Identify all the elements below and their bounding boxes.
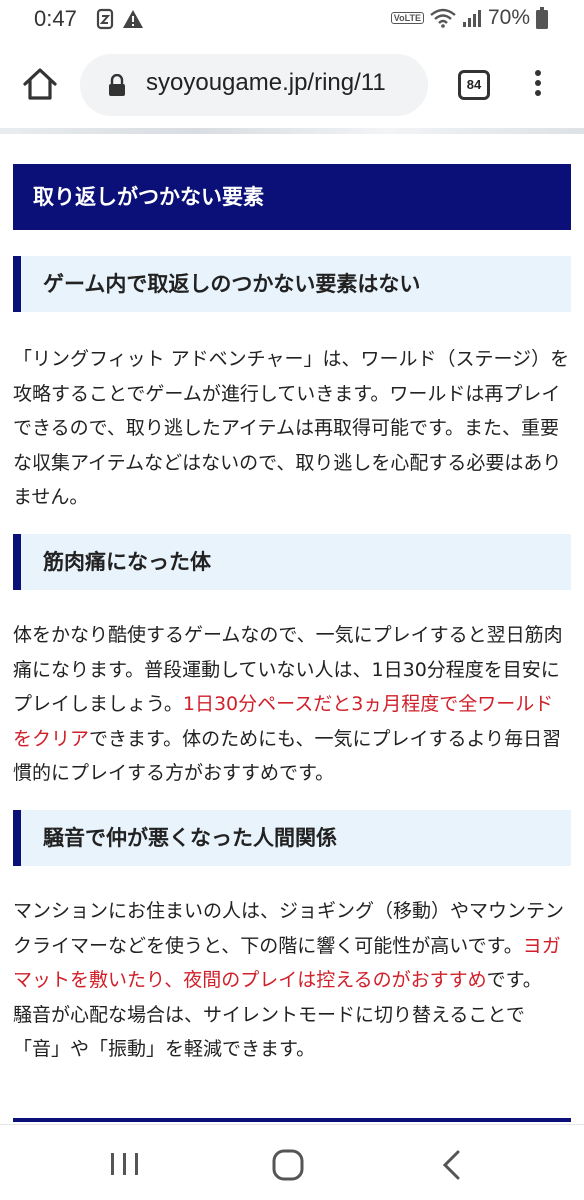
battery-icon [536, 7, 548, 29]
subsection-heading: ゲーム内で取返しのつかない要素はない [13, 256, 571, 312]
paragraph-text: 騒音が心配な場合は、サイレントモードに切り替えることで「音」や「振動」を軽減でき… [13, 1003, 525, 1061]
paragraph: マンションにお住まいの人は、ジョギング（移動）やマウンテンクライマーなどを使うと… [13, 894, 571, 1067]
status-time: 0:47 [34, 6, 77, 31]
battery-percent: 70% [487, 6, 530, 29]
subsection-heading: 騒音で仲が悪くなった人間関係 [13, 810, 571, 866]
recent-apps-icon[interactable] [108, 1151, 142, 1177]
next-section-heading-edge [13, 1118, 571, 1122]
notification-icons [96, 8, 144, 30]
status-indicators: VoLTE 70% [390, 6, 548, 30]
sync-icon [96, 8, 114, 30]
browser-toolbar: syoyougame.jp/ring/11 84 [0, 40, 584, 132]
section-heading: 取り返しがつかない要素 [13, 164, 571, 230]
home-icon[interactable] [20, 64, 60, 104]
wifi-icon [430, 8, 456, 28]
signal-icon [462, 10, 481, 27]
paragraph-text: マンションにお住まいの人は、ジョギング（移動）やマウンテンクライマーなどを使うと… [13, 900, 565, 957]
paragraph-text: できます。体のためにも、一気にプレイするより毎日習慣的にプレイする方がおすすめで… [13, 727, 562, 785]
paragraph-text: です。 [486, 969, 542, 991]
back-icon[interactable] [438, 1149, 466, 1181]
lock-icon [109, 74, 125, 96]
volte-badge: VoLTE [390, 12, 424, 24]
home-nav-icon[interactable] [270, 1147, 306, 1183]
paragraph: 「リングフィット アドベンチャー」は、ワールド（ステージ）を攻略することでゲーム… [13, 348, 570, 508]
tabs-icon[interactable]: 84 [458, 70, 490, 100]
navigation-bar [0, 1124, 584, 1200]
more-vert-icon[interactable] [528, 68, 548, 104]
status-bar: 0:47 VoLTE 70% [0, 0, 584, 40]
paragraph: 体をかなり酷使するゲームなので、一気にプレイすると翌日筋肉痛になります。普段運動… [13, 618, 571, 791]
address-bar[interactable]: syoyougame.jp/ring/11 [80, 54, 428, 116]
url-text: syoyougame.jp/ring/11 [146, 69, 386, 96]
subsection-heading: 筋肉痛になった体 [13, 534, 571, 590]
alert-icon [123, 10, 143, 28]
page-header-image-strip [0, 128, 584, 134]
